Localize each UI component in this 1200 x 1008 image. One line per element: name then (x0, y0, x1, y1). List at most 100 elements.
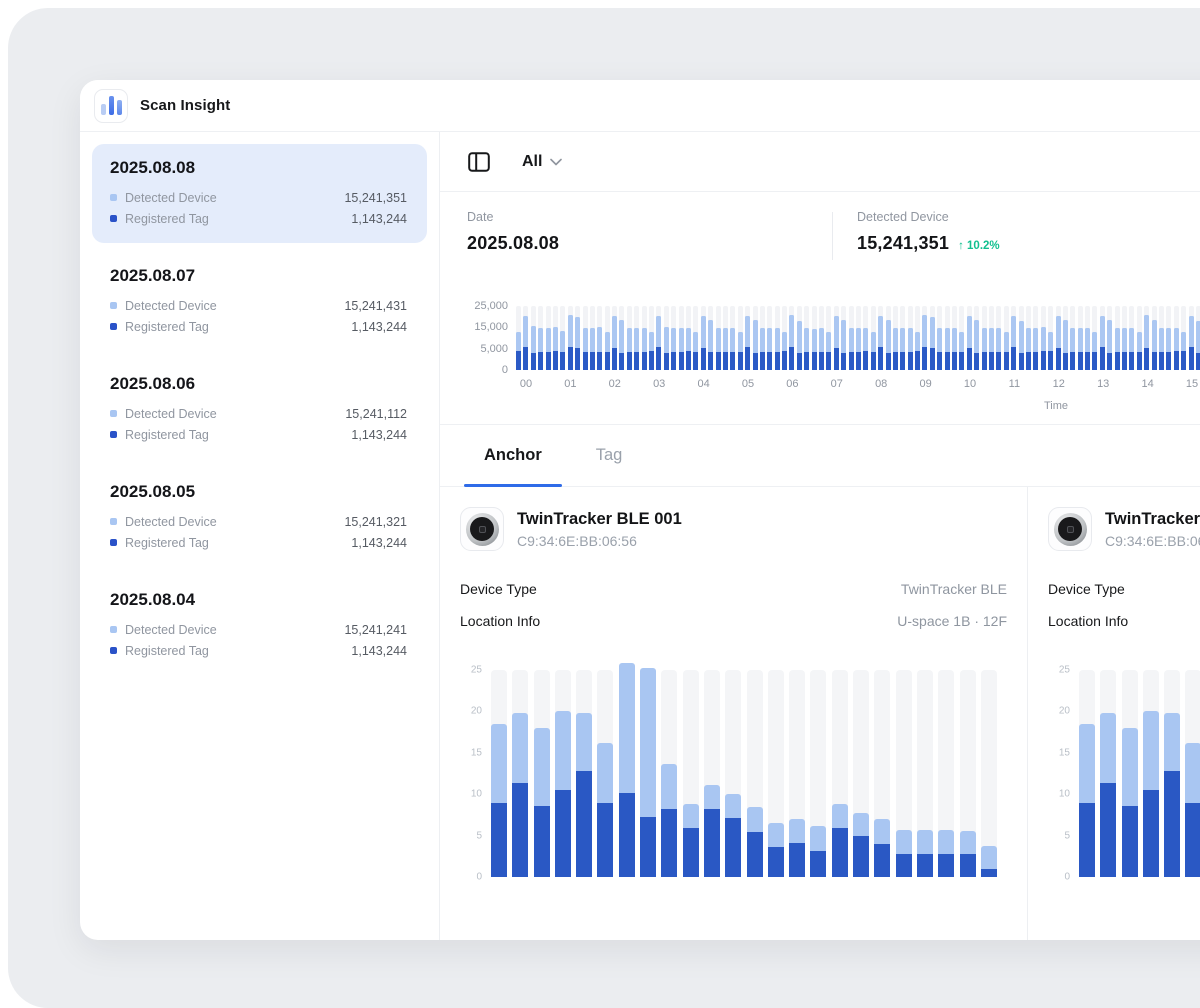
date-card[interactable]: 2025.08.06 Detected Device 15,241,112 Re… (92, 360, 427, 459)
device-chart-bar (896, 653, 912, 877)
device-hourly-bar-chart: 0510152025 (460, 653, 1007, 877)
device-chart-plot (1079, 653, 1200, 877)
time-chart-bar (1144, 306, 1149, 370)
time-axis-title: Time (1044, 400, 1068, 412)
detected-device-label: Detected Device (125, 299, 217, 313)
device-chart-bar (725, 653, 741, 877)
detected-device-label: Detected Device (125, 623, 217, 637)
date-card[interactable]: 2025.08.05 Detected Device 15,241,321 Re… (92, 468, 427, 567)
stats-row: Date 2025.08.08 Detected Device 15,241,3… (440, 192, 1200, 268)
detected-device-value: 15,241,321 (344, 515, 407, 529)
time-chart-bar (516, 306, 521, 370)
time-chart-bar (834, 306, 839, 370)
time-chart-bar (716, 306, 721, 370)
time-chart-bar (989, 306, 994, 370)
time-chart-bar (605, 306, 610, 370)
detected-stat-label: Detected Device (857, 210, 1000, 224)
date-card[interactable]: 2025.08.04 Detected Device 15,241,241 Re… (92, 576, 427, 675)
time-chart-bar (1122, 306, 1127, 370)
date-card[interactable]: 2025.08.08 Detected Device 15,241,351 Re… (92, 144, 427, 243)
device-photo-icon (460, 507, 504, 551)
registered-tag-bullet-icon (110, 323, 117, 330)
device-chart-bar (1100, 653, 1116, 877)
device-type-value: TwinTracker BLE (901, 581, 1007, 597)
time-chart-bar (745, 306, 750, 370)
registered-tag-bullet-icon (110, 431, 117, 438)
time-chart-bar (930, 306, 935, 370)
app-title: Scan Insight (140, 97, 230, 114)
registered-tag-value: 1,143,244 (351, 428, 407, 442)
time-chart-bar (878, 306, 883, 370)
time-chart-bar (701, 306, 706, 370)
device-card[interactable]: TwinTracker BLE 001 C9:34:6E:BB:06:56 De… (440, 487, 1028, 940)
time-chart-bar (1189, 306, 1194, 370)
device-chart-bar (747, 653, 763, 877)
device-chart-bar (683, 653, 699, 877)
time-chart-bar (775, 306, 780, 370)
time-chart-bar (590, 306, 595, 370)
detected-device-value: 15,241,112 (345, 407, 407, 421)
detected-device-value: 15,241,241 (344, 623, 407, 637)
time-chart-bar (649, 306, 654, 370)
time-chart-bar (546, 306, 551, 370)
device-chart-bar (853, 653, 869, 877)
time-chart-bar (826, 306, 831, 370)
time-chart-bar (812, 306, 817, 370)
time-chart-bar (915, 306, 920, 370)
time-chart-bar (1019, 306, 1024, 370)
filter-dropdown[interactable]: All (522, 153, 562, 171)
device-mac-address: C9:34:6E:BB:06:56 (1105, 533, 1200, 549)
time-chart-bar (1004, 306, 1009, 370)
time-chart-bar (871, 306, 876, 370)
sidebar-toggle-icon[interactable] (467, 150, 491, 174)
device-chart-y-axis: 0510152025 (1048, 653, 1070, 877)
time-chart-bar (760, 306, 765, 370)
tab-anchor[interactable]: Anchor (464, 425, 562, 486)
time-chart-bar (523, 306, 528, 370)
device-chart-bar (1185, 653, 1200, 877)
time-chart-bar (974, 306, 979, 370)
registered-tag-label: Registered Tag (125, 536, 209, 550)
device-chart-bar (981, 653, 997, 877)
time-chart-bar (908, 306, 913, 370)
device-card[interactable]: TwinTracker BLE 002 C9:34:6E:BB:06:56 De… (1028, 487, 1200, 940)
time-chart-bar (708, 306, 713, 370)
time-chart-bar (893, 306, 898, 370)
detected-device-bullet-icon (110, 518, 117, 525)
detected-device-value: 15,241,431 (344, 299, 407, 313)
device-chart-bar (874, 653, 890, 877)
device-chart-bar (512, 653, 528, 877)
time-chart-bar (1196, 306, 1200, 370)
filter-dropdown-value: All (522, 153, 542, 171)
device-chart-bar (597, 653, 613, 877)
time-chart-bar (1181, 306, 1186, 370)
time-bar-chart: 05,00015,00025,000 000102030405060708091… (440, 268, 1200, 425)
detected-device-value: 15,241,351 (344, 191, 407, 205)
tab-tag[interactable]: Tag (576, 425, 643, 486)
time-chart-bar (753, 306, 758, 370)
time-chart-x-axis: 00010203040506070809101112131415 (516, 378, 1200, 392)
time-chart-bar (863, 306, 868, 370)
date-card-title: 2025.08.06 (110, 374, 407, 394)
device-chart-y-axis: 0510152025 (460, 653, 482, 877)
date-card-title: 2025.08.05 (110, 482, 407, 502)
date-card-title: 2025.08.08 (110, 158, 407, 178)
device-type-label: Device Type (1048, 581, 1125, 597)
time-chart-bar (1107, 306, 1112, 370)
date-list-sidebar[interactable]: 2025.08.08 Detected Device 15,241,351 Re… (80, 132, 440, 940)
date-card[interactable]: 2025.08.07 Detected Device 15,241,431 Re… (92, 252, 427, 351)
time-chart-bar (967, 306, 972, 370)
registered-tag-bullet-icon (110, 539, 117, 546)
time-chart-plot (516, 306, 1200, 370)
time-chart-bar (738, 306, 743, 370)
registered-tag-bullet-icon (110, 215, 117, 222)
time-chart-bar (1100, 306, 1105, 370)
tab-label: Tag (596, 446, 623, 465)
device-chart-bar (789, 653, 805, 877)
registered-tag-value: 1,143,244 (351, 212, 407, 226)
toolbar: All (440, 132, 1200, 192)
time-chart-bar (560, 306, 565, 370)
device-chart-plot (491, 653, 1007, 877)
time-chart-bar (634, 306, 639, 370)
device-chart-bar (1079, 653, 1095, 877)
